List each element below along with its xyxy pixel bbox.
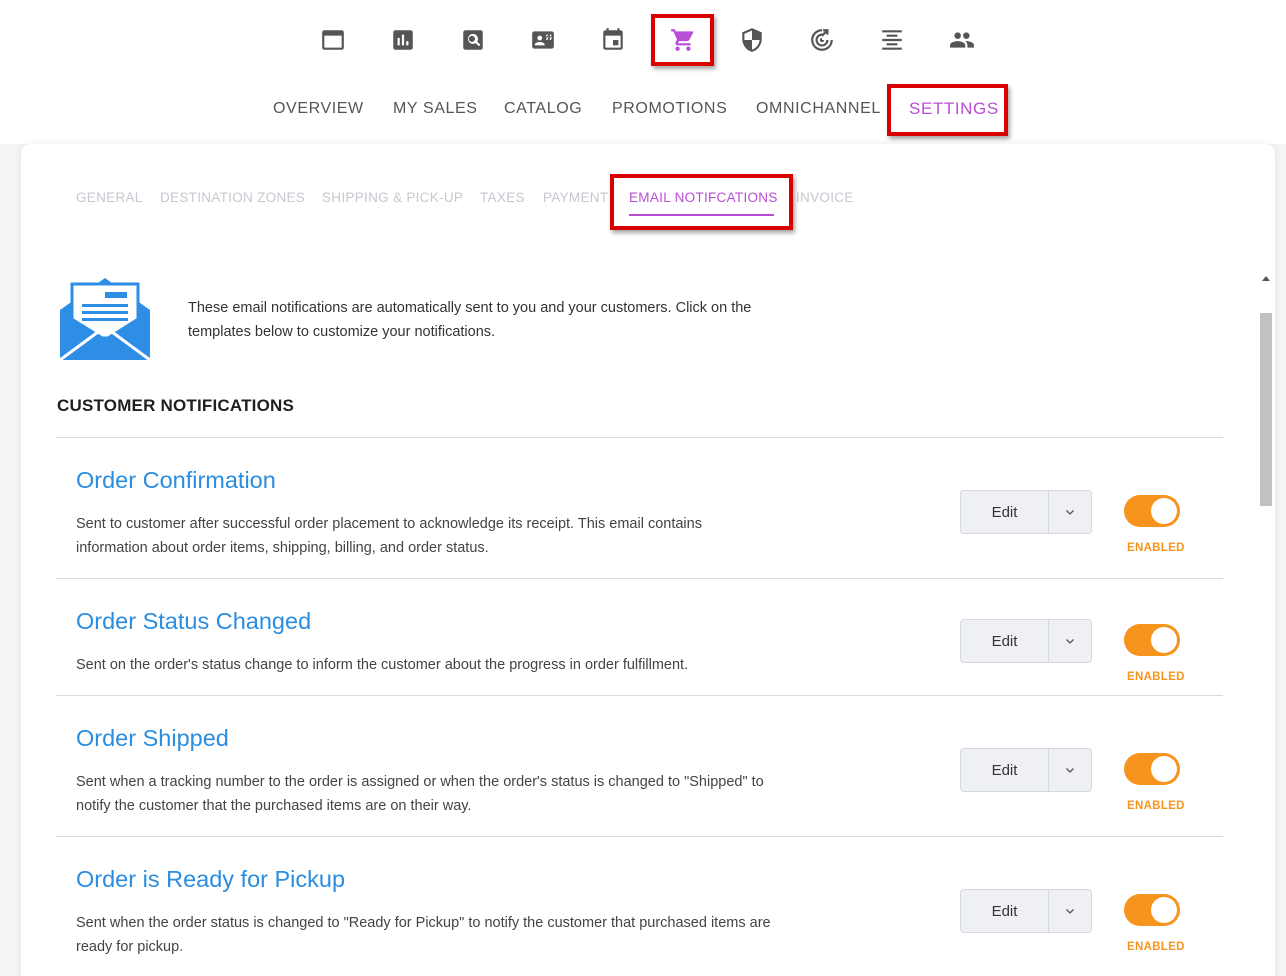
- tab-taxes[interactable]: TAXES: [480, 190, 525, 205]
- toggle-knob: [1151, 627, 1177, 653]
- nav-overview[interactable]: OVERVIEW: [273, 100, 364, 118]
- settings-card: GENERAL DESTINATION ZONES SHIPPING & PIC…: [21, 144, 1275, 976]
- intro-text: These email notifications are automatica…: [188, 300, 752, 340]
- chevron-down-icon[interactable]: [1049, 749, 1091, 791]
- nav-settings[interactable]: SETTINGS: [909, 99, 999, 119]
- chevron-down-icon[interactable]: [1049, 491, 1091, 533]
- scroll-thumb[interactable]: [1260, 313, 1272, 506]
- status-label: ENABLED: [1127, 941, 1185, 953]
- row-divider: [56, 695, 1223, 696]
- edit-button-group: Edit: [960, 748, 1092, 792]
- shield-icon[interactable]: [734, 22, 770, 58]
- edit-button-group: Edit: [960, 490, 1092, 534]
- edit-button[interactable]: Edit: [961, 749, 1049, 791]
- radar-icon[interactable]: [804, 22, 840, 58]
- edit-button-group: Edit: [960, 619, 1092, 663]
- tab-payment[interactable]: PAYMENT: [543, 190, 608, 205]
- calendar-icon[interactable]: [595, 22, 631, 58]
- nav-promotions[interactable]: PROMOTIONS: [612, 100, 727, 118]
- tab-destination-zones[interactable]: DESTINATION ZONES: [160, 190, 305, 205]
- people-icon[interactable]: [944, 22, 980, 58]
- nav-catalog[interactable]: CATALOG: [504, 100, 582, 118]
- search-icon[interactable]: [455, 22, 491, 58]
- edit-button-group: Edit: [960, 889, 1092, 933]
- notification-title[interactable]: Order Status Changed: [76, 608, 311, 635]
- notification-title[interactable]: Order is Ready for Pickup: [76, 866, 345, 893]
- enabled-toggle[interactable]: [1124, 624, 1180, 656]
- status-label: ENABLED: [1127, 800, 1185, 812]
- tab-general[interactable]: GENERAL: [76, 190, 143, 205]
- notification-title[interactable]: Order Shipped: [76, 725, 229, 752]
- envelope-icon: [58, 276, 152, 362]
- status-label: ENABLED: [1127, 542, 1185, 554]
- row-divider: [56, 578, 1223, 579]
- active-tab-underline: [629, 214, 774, 216]
- notification-description: Sent on the order's status change to inf…: [76, 657, 689, 673]
- toggle-knob: [1151, 897, 1177, 923]
- scroll-up-arrow-icon[interactable]: [1262, 276, 1270, 281]
- edit-button[interactable]: Edit: [961, 491, 1049, 533]
- enabled-toggle[interactable]: [1124, 894, 1180, 926]
- tab-shipping-pickup[interactable]: SHIPPING & PICK-UP: [322, 190, 463, 205]
- window-icon[interactable]: [315, 22, 351, 58]
- edit-button[interactable]: Edit: [961, 890, 1049, 932]
- notification-description: Sent when the order status is changed to…: [76, 915, 771, 955]
- top-icon-bar: [0, 0, 1286, 80]
- enabled-toggle[interactable]: [1124, 753, 1180, 785]
- nav-omnichannel[interactable]: OMNICHANNEL: [756, 100, 881, 118]
- nav-my-sales[interactable]: MY SALES: [393, 100, 478, 118]
- notification-description: Sent when a tracking number to the order…: [76, 774, 764, 814]
- main-nav: OVERVIEW MY SALES CATALOG PROMOTIONS OMN…: [0, 80, 1286, 144]
- align-center-icon[interactable]: [874, 22, 910, 58]
- toggle-knob: [1151, 498, 1177, 524]
- section-divider: [56, 437, 1223, 438]
- chevron-down-icon[interactable]: [1049, 620, 1091, 662]
- row-divider: [56, 836, 1223, 837]
- shopping-cart-icon[interactable]: [665, 22, 701, 58]
- bar-chart-icon[interactable]: [385, 22, 421, 58]
- notification-description: Sent to customer after successful order …: [76, 516, 702, 556]
- notification-title[interactable]: Order Confirmation: [76, 467, 276, 494]
- toggle-knob: [1151, 756, 1177, 782]
- tab-invoice[interactable]: INVOICE: [796, 190, 854, 205]
- contact-card-icon[interactable]: [525, 22, 561, 58]
- tab-email-notifications[interactable]: EMAIL NOTIFCATIONS: [629, 190, 778, 205]
- enabled-toggle[interactable]: [1124, 495, 1180, 527]
- edit-button[interactable]: Edit: [961, 620, 1049, 662]
- chevron-down-icon[interactable]: [1049, 890, 1091, 932]
- section-title: CUSTOMER NOTIFICATIONS: [57, 396, 295, 415]
- scrollbar[interactable]: [1259, 268, 1273, 976]
- status-label: ENABLED: [1127, 671, 1185, 683]
